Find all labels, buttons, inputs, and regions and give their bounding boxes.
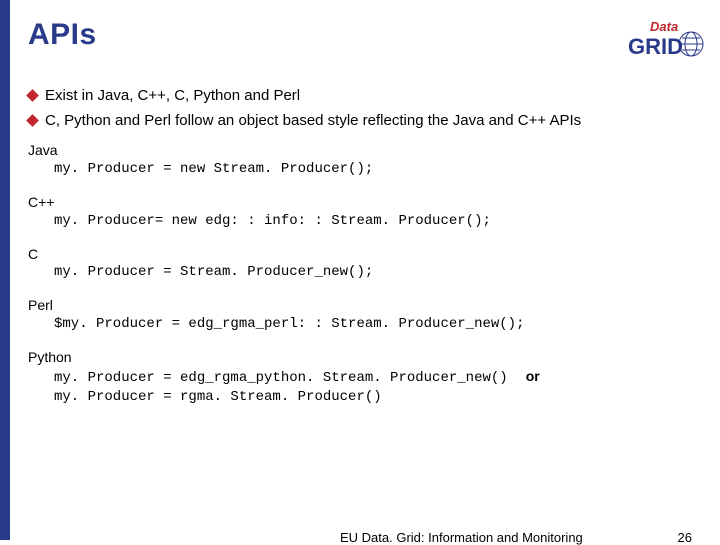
or-label: or (526, 368, 540, 384)
logo-bottom-text: GRID (628, 34, 683, 59)
lang-label: Python (28, 348, 710, 367)
code-section-java: Java my. Producer = new Stream. Producer… (28, 141, 710, 179)
diamond-bullet-icon (26, 114, 39, 127)
code-line: my. Producer = rgma. Stream. Producer() (54, 388, 710, 407)
header-row: APIs Data GRID (28, 18, 710, 65)
code-line: my. Producer = edg_rgma_python. Stream. … (54, 370, 508, 386)
lang-label: C (28, 245, 710, 264)
slide-content: APIs Data GRID Exist in Java, C++, C, Py… (10, 0, 720, 540)
diamond-bullet-icon (26, 89, 39, 102)
bullet-item: Exist in Java, C++, C, Python and Perl (28, 87, 710, 104)
code-line: my. Producer = new Stream. Producer(); (54, 160, 710, 179)
datagrid-logo: Data GRID (624, 18, 704, 65)
logo-top-text: Data (650, 19, 678, 34)
code-line: my. Producer = Stream. Producer_new(); (54, 263, 710, 282)
code-section-cpp: C++ my. Producer= new edg: : info: : Str… (28, 193, 710, 231)
code-line: my. Producer= new edg: : info: : Stream.… (54, 212, 710, 231)
lang-label: Perl (28, 296, 710, 315)
bullet-list: Exist in Java, C++, C, Python and Perl C… (28, 87, 710, 129)
left-accent-bar (0, 0, 10, 540)
bullet-item: C, Python and Perl follow an object base… (28, 112, 710, 129)
page-title: APIs (28, 18, 97, 52)
lang-label: Java (28, 141, 710, 160)
page-number: 26 (678, 530, 692, 545)
code-line: $my. Producer = edg_rgma_perl: : Stream.… (54, 315, 710, 334)
code-section-c: C my. Producer = Stream. Producer_new(); (28, 245, 710, 283)
code-section-python: Python my. Producer = edg_rgma_python. S… (28, 348, 710, 407)
footer-text: EU Data. Grid: Information and Monitorin… (340, 530, 583, 545)
code-section-perl: Perl $my. Producer = edg_rgma_perl: : St… (28, 296, 710, 334)
bullet-text: C, Python and Perl follow an object base… (45, 112, 581, 129)
bullet-text: Exist in Java, C++, C, Python and Perl (45, 87, 300, 104)
lang-label: C++ (28, 193, 710, 212)
